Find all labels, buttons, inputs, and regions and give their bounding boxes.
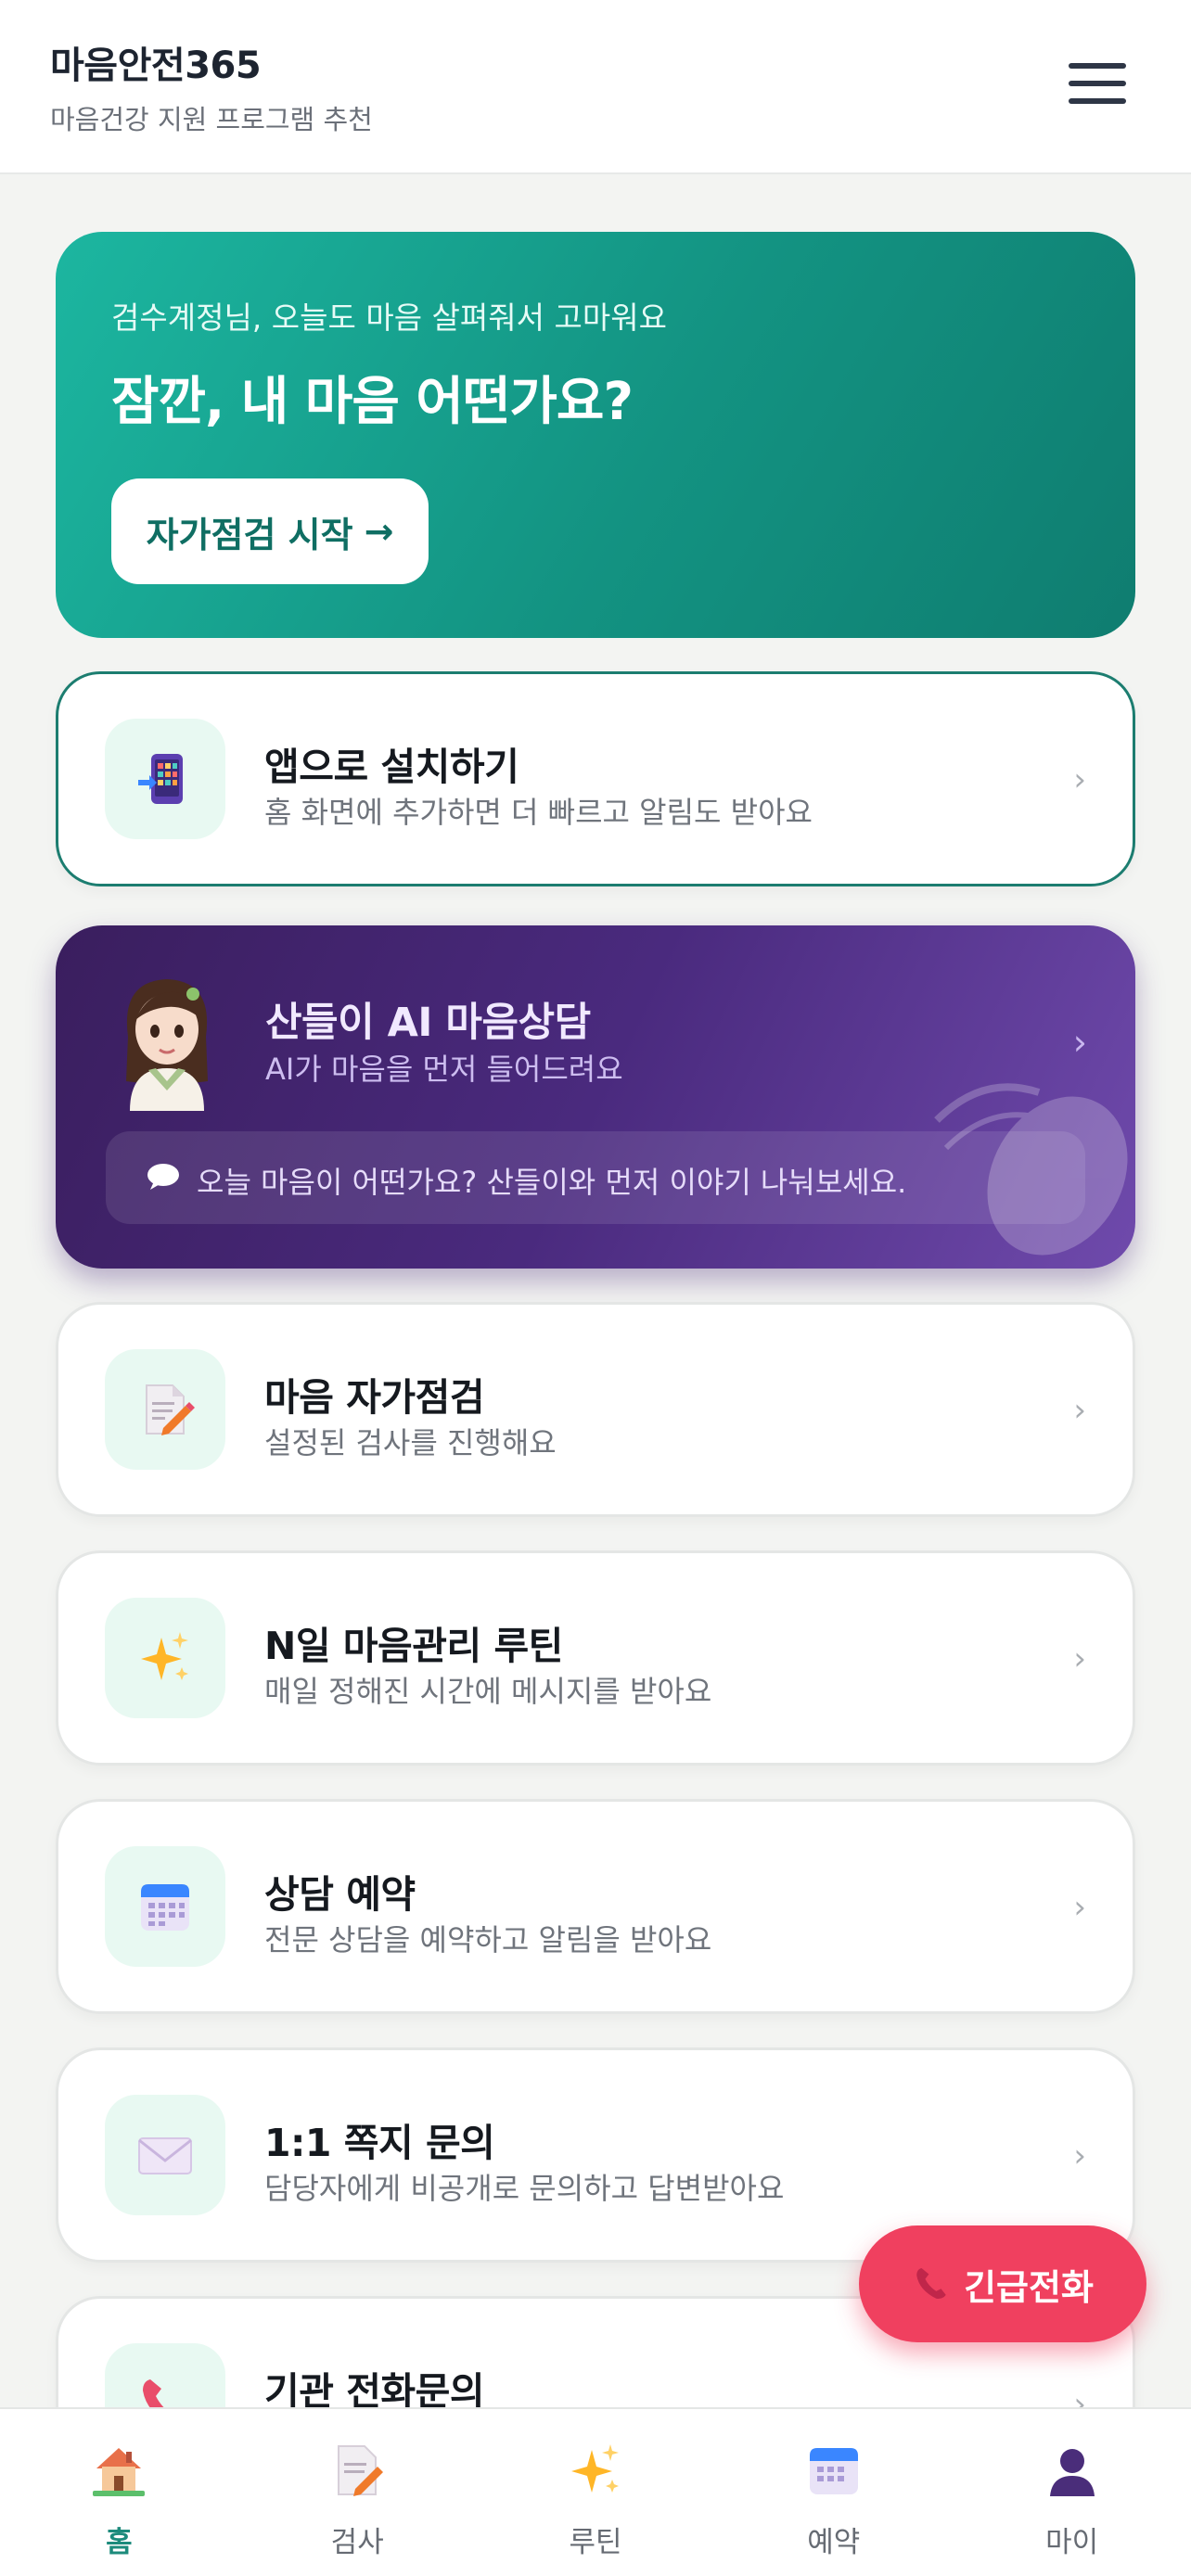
nav-item-test[interactable]: 검사 <box>238 2409 477 2576</box>
bottom-nav: 홈 검사 루틴 예약 마이 <box>0 2407 1191 2576</box>
sparkles-icon <box>570 2444 619 2493</box>
card-desc: 설정된 검사를 진행해요 <box>264 1425 557 1460</box>
start-self-check-label: 자가점검 시작 <box>146 514 353 555</box>
nav-label: 예약 <box>807 2526 861 2559</box>
booking-card[interactable]: 상담 예약 전문 상담을 예약하고 알림을 받아요 › <box>56 1799 1135 2014</box>
install-card-desc: 홈 화면에 추가하면 더 빠르고 알림도 받아요 <box>264 795 813 830</box>
hero-title: 잠깐, 내 마음 어떤가요? <box>111 372 634 432</box>
app-header: 마음안전365 마음건강 지원 프로그램 추천 <box>0 0 1191 174</box>
chevron-right-icon: › <box>1073 2137 1086 2174</box>
routine-card[interactable]: N일 마음관리 루틴 매일 정해진 시간에 메시지를 받아요 › <box>56 1550 1135 1766</box>
emergency-call-label: 긴급전화 <box>964 2266 1094 2308</box>
hero-greeting: 검수계정님, 오늘도 마음 살펴줘서 고마워요 <box>111 300 667 336</box>
nav-label: 루틴 <box>569 2526 622 2559</box>
self-check-card[interactable]: 마음 자가점검 설정된 검사를 진행해요 › <box>56 1302 1135 1517</box>
card-title: N일 마음관리 루틴 <box>264 1624 563 1668</box>
card-title: 마음 자가점검 <box>264 1375 485 1420</box>
sparkles-icon <box>105 1598 225 1718</box>
nav-item-home[interactable]: 홈 <box>0 2409 238 2576</box>
app-subtitle: 마음건강 지원 프로그램 추천 <box>50 104 373 135</box>
ai-card-desc: AI가 마음을 먼저 들어드려요 <box>265 1052 623 1087</box>
hero-banner: 검수계정님, 오늘도 마음 살펴줘서 고마워요 잠깐, 내 마음 어떤가요? 자… <box>56 232 1135 638</box>
calendar-icon <box>809 2448 858 2494</box>
ai-card-title: 산들이 AI 마음상담 <box>265 1000 591 1046</box>
arrow-right-icon: → <box>364 511 394 552</box>
nav-label: 마이 <box>1045 2526 1099 2559</box>
memo-icon <box>338 2445 384 2496</box>
install-app-card[interactable]: 앱으로 설치하기 홈 화면에 추가하면 더 빠르고 알림도 받아요 › <box>56 671 1135 886</box>
emergency-call-button[interactable]: 긴급전화 <box>859 2225 1146 2342</box>
home-icon <box>93 2448 146 2496</box>
card-desc: 전문 상담을 예약하고 알림을 받아요 <box>264 1922 712 1958</box>
nav-item-booking[interactable]: 예약 <box>714 2409 953 2576</box>
card-desc: 담당자에게 비공개로 문의하고 답변받아요 <box>264 2171 785 2206</box>
install-card-title: 앱으로 설치하기 <box>264 745 519 789</box>
hamburger-menu-icon[interactable] <box>1065 59 1130 108</box>
start-self-check-button[interactable]: 자가점검 시작 → <box>111 478 429 584</box>
sandeuli-avatar <box>126 979 208 1111</box>
ai-counsel-card[interactable]: 산들이 AI 마음상담 AI가 마음을 먼저 들어드려요 › 오늘 마음이 어떤… <box>56 925 1135 1269</box>
ai-chat-prompt[interactable]: 오늘 마음이 어떤가요? 산들이와 먼저 이야기 나눠보세요. <box>106 1131 1085 1224</box>
memo-icon <box>105 1349 225 1470</box>
chevron-right-icon: › <box>1072 1022 1087 1063</box>
app-title: 마음안전365 <box>50 45 262 87</box>
envelope-icon <box>105 2095 225 2215</box>
card-title: 상담 예약 <box>264 1872 416 1917</box>
nav-item-routine[interactable]: 루틴 <box>477 2409 715 2576</box>
phone-icon <box>916 2267 946 2300</box>
phone-app-icon <box>105 719 225 839</box>
chevron-right-icon: › <box>1073 1392 1086 1429</box>
card-desc: 매일 정해진 시간에 메시지를 받아요 <box>264 1674 712 1709</box>
chat-bubble-icon <box>147 1164 179 1190</box>
chevron-right-icon: › <box>1073 761 1086 798</box>
nav-item-my[interactable]: 마이 <box>953 2409 1191 2576</box>
chevron-right-icon: › <box>1073 1640 1086 1677</box>
chevron-right-icon: › <box>1073 1889 1086 1926</box>
person-icon <box>1049 2449 1095 2496</box>
app-root: 마음안전365 마음건강 지원 프로그램 추천 검수계정님, 오늘도 마음 살펴… <box>0 0 1191 2576</box>
card-title: 1:1 쪽지 문의 <box>264 2121 495 2165</box>
calendar-icon <box>105 1846 225 1967</box>
ai-bubble-text: 오늘 마음이 어떤가요? 산들이와 먼저 이야기 나눠보세요. <box>197 1165 907 1200</box>
nav-label: 검사 <box>330 2526 384 2559</box>
nav-label: 홈 <box>106 2526 133 2559</box>
